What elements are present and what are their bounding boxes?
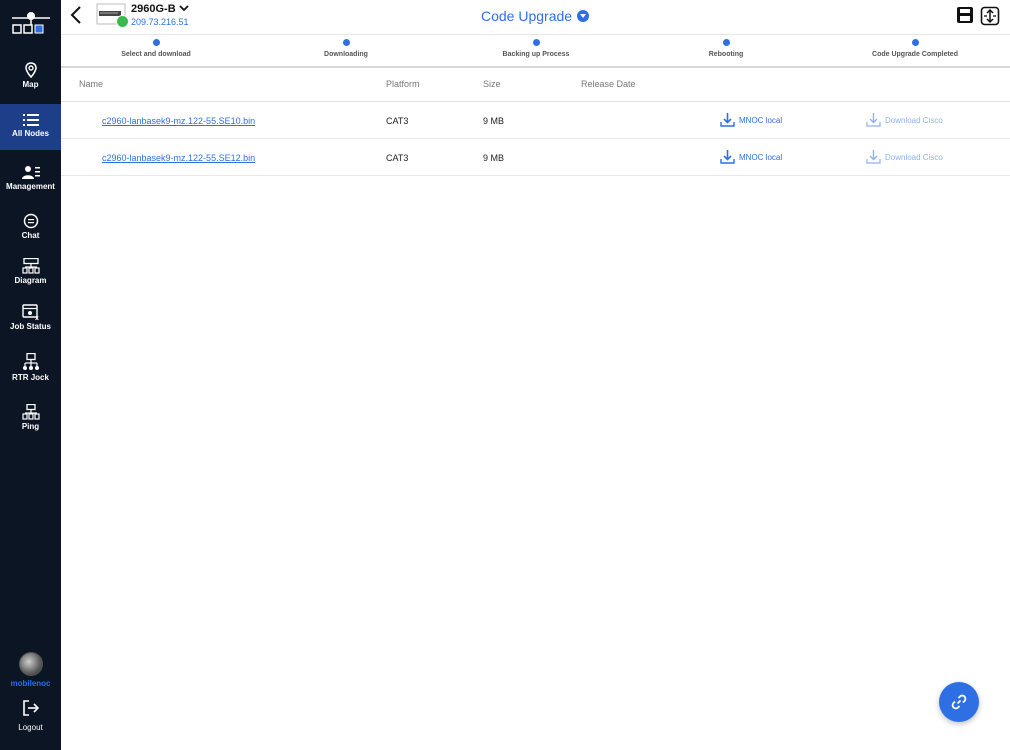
step-label: Backing up Process [502, 51, 570, 58]
sidebar-item-label: Job Status [10, 322, 51, 331]
sidebar-item-map[interactable]: Map [0, 62, 61, 96]
page-title: Code Upgrade [481, 8, 573, 24]
page-title-dropdown[interactable]: Code Upgrade [481, 8, 590, 24]
step-select-and-download: Select and download [61, 37, 251, 58]
download-icon [720, 113, 735, 127]
device-ip: 209.73.216.51 [131, 17, 189, 27]
download-icon [720, 150, 735, 164]
download-cisco-label: Download Cisco [885, 116, 943, 125]
step-dot [911, 39, 919, 46]
list-icon [22, 114, 39, 126]
step-label: Select and download [121, 51, 191, 58]
sidebar-item-label: Ping [21, 422, 40, 431]
mnoc-local-label: MNOC local [739, 153, 783, 162]
download-cisco-button[interactable]: Download Cisco [866, 112, 943, 127]
step-dot [152, 39, 160, 46]
download-cisco-label: Download Cisco [885, 153, 943, 162]
link-icon [951, 694, 967, 710]
logout-label: Logout [18, 723, 43, 732]
sidebar-item-job-status[interactable]: x Job Status [0, 304, 61, 336]
table-header: Name Platform Size Release Date [61, 66, 1010, 102]
user-name: mobilenoc [10, 679, 51, 688]
image-file-link[interactable]: c2960-lanbasek9-mz.122-55.SE10.bin [102, 116, 255, 126]
expand-vertical-icon[interactable] [980, 6, 1000, 26]
sidebar-item-all-nodes[interactable]: All Nodes [0, 104, 61, 150]
column-header-release-date: Release Date [581, 79, 636, 89]
step-downloading: Downloading [251, 37, 441, 58]
sidebar-item-label: Chat [21, 231, 40, 240]
platform-cell: CAT3 [386, 153, 409, 163]
caret-down-circle-icon [577, 10, 590, 22]
sidebar-item-diagram[interactable]: Diagram [0, 258, 61, 290]
table-row: c2960-lanbasek9-mz.122-55.SE10.bin CAT3 … [61, 102, 1010, 139]
chat-icon [23, 213, 38, 229]
step-label: Code Upgrade Completed [872, 51, 958, 58]
sidebar-item-chat[interactable]: Chat [0, 213, 61, 245]
chevron-left-icon [70, 6, 81, 24]
step-dot [532, 39, 540, 46]
column-header-name: Name [79, 79, 104, 89]
sidebar-item-rtr-jock[interactable]: RTR Jock [0, 353, 61, 385]
header: 2960G-B 209.73.216.51 Code Upgrade [61, 0, 1010, 35]
mnoc-local-button[interactable]: MNOC local [720, 149, 782, 164]
image-file-link[interactable]: c2960-lanbasek9-mz.122-55.SE12.bin [102, 153, 255, 163]
user-management-icon [21, 166, 40, 179]
chevron-down-icon [179, 5, 189, 12]
column-header-platform: Platform [386, 79, 420, 89]
mnoc-local-button[interactable]: MNOC local [720, 112, 782, 127]
mnoc-local-label: MNOC local [739, 116, 783, 125]
step-label: Rebooting [708, 51, 744, 58]
column-header-size: Size [483, 79, 501, 89]
network-tree-icon [22, 353, 39, 370]
device-name: 2960G-B [131, 3, 176, 15]
size-cell: 9 MB [483, 116, 505, 126]
sidebar-item-label: Map [22, 80, 39, 89]
download-icon [866, 113, 881, 127]
svg-text:x: x [35, 315, 39, 320]
mobilenoc-logo-icon [10, 8, 52, 38]
step-label: Downloading [324, 51, 368, 58]
save-icon[interactable] [956, 6, 974, 24]
back-button[interactable] [69, 5, 83, 28]
status-online-indicator [116, 15, 129, 28]
ping-icon [21, 404, 40, 420]
avatar [18, 652, 43, 676]
step-backing-up: Backing up Process [441, 37, 631, 58]
device-selector[interactable]: 2960G-B [131, 3, 189, 15]
sidebar: Map All Nodes Management Chat Diagram x … [0, 0, 61, 750]
download-icon [866, 150, 881, 164]
step-dot [342, 39, 350, 46]
sidebar-item-label: All Nodes [12, 129, 49, 138]
sidebar-item-label: Diagram [14, 276, 47, 285]
step-code-upgrade-completed: Code Upgrade Completed [820, 37, 1010, 58]
sidebar-item-label: Management [6, 182, 55, 191]
sidebar-item-label: RTR Jock [12, 373, 49, 382]
step-dot [722, 39, 730, 46]
diagram-icon [21, 258, 40, 274]
logout-icon [22, 700, 39, 716]
sidebar-user[interactable]: mobilenoc [0, 652, 61, 688]
platform-cell: CAT3 [386, 116, 409, 126]
step-rebooting: Rebooting [631, 37, 821, 58]
sidebar-item-ping[interactable]: Ping [0, 404, 61, 436]
table-row: c2960-lanbasek9-mz.122-55.SE12.bin CAT3 … [61, 139, 1010, 176]
sidebar-item-management[interactable]: Management [0, 165, 61, 197]
size-cell: 9 MB [483, 153, 505, 163]
logout-button[interactable]: Logout [0, 699, 61, 732]
link-fab-button[interactable] [939, 682, 979, 722]
download-cisco-button[interactable]: Download Cisco [866, 149, 943, 164]
upgrade-progress-steps: Select and download Downloading Backing … [61, 34, 1010, 68]
map-pin-icon [24, 62, 37, 78]
job-status-icon: x [21, 304, 39, 320]
